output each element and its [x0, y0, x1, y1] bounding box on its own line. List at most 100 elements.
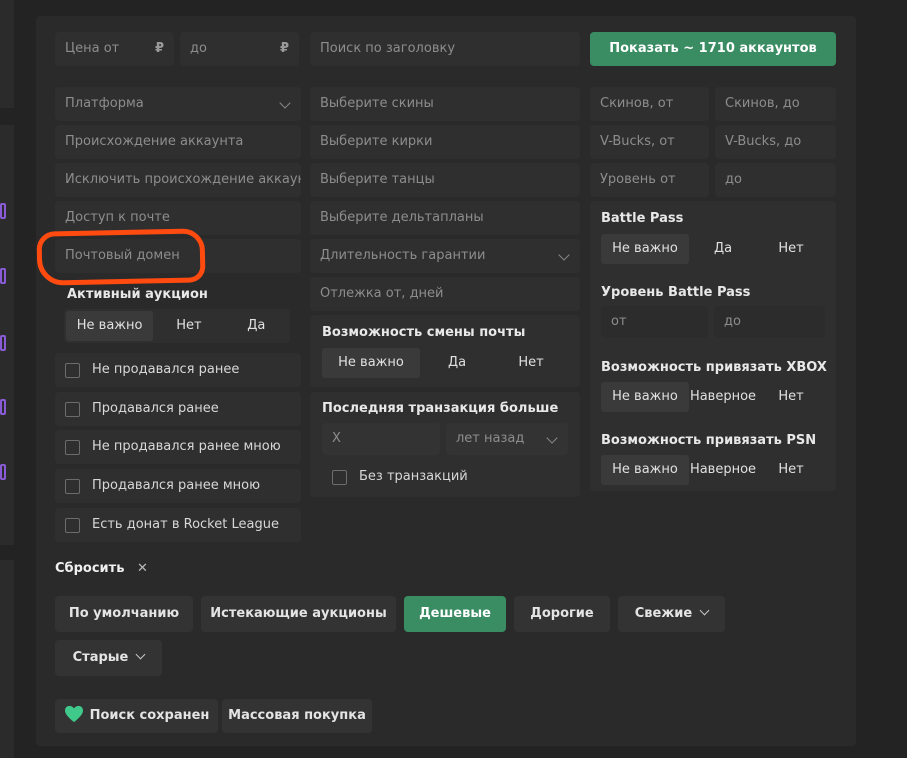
psn-option-any[interactable]: Не важно: [601, 455, 689, 485]
exclude-origin-select[interactable]: Исключить происхождение аккаунт: [55, 163, 301, 197]
platform-select[interactable]: Платформа: [55, 87, 301, 121]
checkbox[interactable]: [65, 479, 80, 494]
checkbox-row[interactable]: Продавался ранее: [55, 392, 301, 426]
sort-expiring-button[interactable]: Истекающие аукционы: [201, 596, 396, 632]
checkbox[interactable]: [65, 518, 80, 533]
pickaxes-label: Выберите кирки: [320, 134, 433, 149]
bp-level-from-input[interactable]: от: [601, 306, 708, 338]
title-search-placeholder: Поиск по заголовку: [320, 41, 456, 56]
no-transactions-row[interactable]: Без транзакций: [322, 460, 568, 494]
price-from-input[interactable]: Цена от ₽: [55, 32, 174, 66]
auction-title: Активный аукцион: [67, 287, 208, 302]
psn-toggle: Не важно Наверное Нет: [601, 455, 825, 485]
no-transactions-label: Без транзакций: [359, 469, 468, 484]
chevron-down-icon: [558, 249, 570, 261]
checkbox-row[interactable]: Продавался ранее мною: [55, 469, 301, 503]
checkbox[interactable]: [65, 402, 80, 417]
side-badge-icon: [0, 399, 6, 415]
email-change-option-no[interactable]: Нет: [494, 348, 568, 378]
bulk-purchase-button[interactable]: Массовая покупка: [222, 699, 372, 733]
last-transaction-title: Последняя транзакция больше: [322, 401, 559, 416]
email-change-toggle: Не важно Да Нет: [322, 348, 568, 378]
auction-option-no[interactable]: Нет: [153, 311, 224, 341]
auction-option-yes[interactable]: Да: [225, 311, 288, 341]
annotation-highlight: [36, 228, 206, 286]
skins-to-input[interactable]: Скинов, до: [715, 87, 836, 121]
checkbox[interactable]: [332, 470, 347, 485]
level-to-input[interactable]: до: [715, 163, 836, 197]
show-accounts-button[interactable]: Показать ~ 1710 аккаунтов: [590, 32, 836, 66]
transaction-years-placeholder: X: [332, 431, 341, 446]
sort-expensive-button[interactable]: Дорогие: [514, 596, 610, 632]
side-badge-icon: [0, 203, 6, 219]
vbucks-to-placeholder: V-Bucks, до: [725, 134, 802, 149]
checkbox-row[interactable]: Есть донат в Rocket League: [55, 508, 301, 542]
pickaxes-select[interactable]: Выберите кирки: [310, 125, 580, 159]
gliders-label: Выберите дельтапланы: [320, 210, 484, 225]
reset-button[interactable]: Сбросить ✕: [55, 560, 148, 578]
xbox-option-any[interactable]: Не важно: [601, 382, 689, 412]
vbucks-from-placeholder: V-Bucks, от: [600, 134, 675, 149]
mail-access-label: Доступ к почте: [65, 210, 170, 225]
psn-title: Возможность привязать PSN: [601, 433, 817, 448]
dances-select[interactable]: Выберите танцы: [310, 163, 580, 197]
checkbox-label: Есть донат в Rocket League: [92, 517, 279, 532]
checkbox-row[interactable]: Не продавался ранее: [55, 353, 301, 387]
sort-default-button[interactable]: По умолчанию: [55, 596, 193, 632]
checkbox[interactable]: [65, 440, 80, 455]
chevron-down-icon: [279, 97, 291, 109]
email-change-option-any[interactable]: Не важно: [322, 348, 420, 378]
transaction-unit-select[interactable]: лет назад: [446, 423, 568, 455]
checkbox-label: Не продавался ранее: [92, 362, 240, 377]
battle-pass-option-any[interactable]: Не важно: [601, 234, 689, 264]
rest-days-input[interactable]: Отлежка от, дней: [310, 277, 580, 311]
sort-cheap-button[interactable]: Дешевые: [404, 596, 506, 632]
chevron-down-icon: [699, 605, 710, 616]
account-origin-select[interactable]: Происхождение аккаунта: [55, 125, 301, 159]
dances-label: Выберите танцы: [320, 172, 435, 187]
skins-from-placeholder: Скинов, от: [600, 96, 674, 111]
auction-toggle: Не важно Нет Да: [64, 309, 290, 343]
battle-pass-option-yes[interactable]: Да: [689, 234, 757, 264]
chevron-down-icon: [135, 649, 146, 660]
sort-old-button[interactable]: Старые: [55, 640, 162, 676]
level-from-input[interactable]: Уровень от: [590, 163, 709, 197]
ruble-icon: ₽: [279, 41, 289, 56]
battle-pass-toggle: Не важно Да Нет: [601, 234, 825, 264]
checkbox[interactable]: [65, 363, 80, 378]
auction-option-any[interactable]: Не важно: [66, 311, 154, 341]
transaction-years-input[interactable]: X: [322, 423, 440, 455]
search-saved-button[interactable]: Поиск сохранен: [55, 699, 218, 733]
exclude-origin-label: Исключить происхождение аккаунт: [65, 172, 301, 187]
checkbox-label: Не продавался ранее мною: [92, 439, 281, 454]
psn-option-maybe[interactable]: Наверное: [689, 455, 757, 485]
title-search-input[interactable]: Поиск по заголовку: [310, 32, 580, 66]
battle-pass-option-no[interactable]: Нет: [757, 234, 825, 264]
email-change-title: Возможность смены почты: [322, 325, 526, 340]
gliders-select[interactable]: Выберите дельтапланы: [310, 201, 580, 235]
sort-fresh-label: Свежие: [634, 606, 693, 621]
search-saved-label: Поиск сохранен: [89, 708, 210, 723]
skins-label: Выберите скины: [320, 96, 434, 111]
vbucks-from-input[interactable]: V-Bucks, от: [590, 125, 709, 159]
warranty-select[interactable]: Длительность гарантии: [310, 239, 580, 273]
level-to-placeholder: до: [725, 172, 742, 187]
checkbox-row[interactable]: Не продавался ранее мною: [55, 430, 301, 464]
price-to-input[interactable]: до ₽: [180, 32, 299, 66]
bp-level-to-input[interactable]: до: [714, 306, 825, 338]
account-origin-label: Происхождение аккаунта: [65, 134, 244, 149]
psn-option-no[interactable]: Нет: [757, 455, 825, 485]
skins-select[interactable]: Выберите скины: [310, 87, 580, 121]
bp-level-to-placeholder: до: [724, 314, 741, 329]
side-badge-icon: [0, 464, 6, 480]
side-badge-icon: [0, 268, 6, 284]
sort-fresh-button[interactable]: Свежие: [618, 596, 725, 632]
xbox-option-maybe[interactable]: Наверное: [689, 382, 757, 412]
xbox-title: Возможность привязать XBOX: [601, 360, 827, 375]
xbox-option-no[interactable]: Нет: [757, 382, 825, 412]
email-change-option-yes[interactable]: Да: [420, 348, 494, 378]
price-to-placeholder: до: [190, 41, 207, 56]
skins-from-input[interactable]: Скинов, от: [590, 87, 709, 121]
level-from-placeholder: Уровень от: [600, 172, 676, 187]
vbucks-to-input[interactable]: V-Bucks, до: [715, 125, 836, 159]
